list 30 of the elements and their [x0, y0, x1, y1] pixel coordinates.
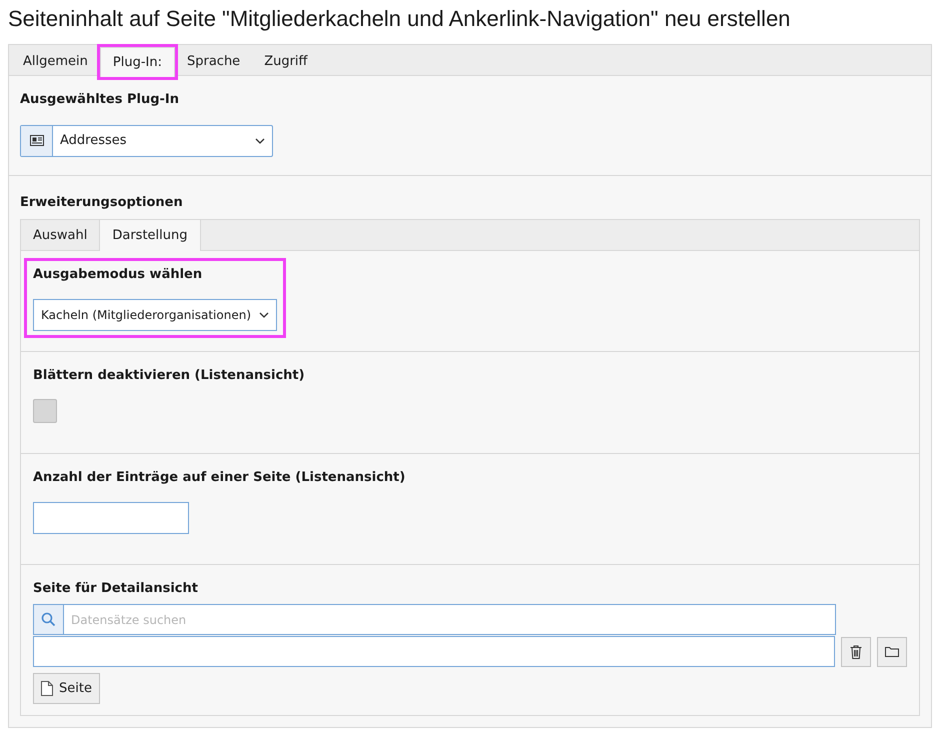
field-label: Ausgewähltes Plug-In [20, 91, 180, 109]
input-field[interactable] [33, 502, 189, 534]
selected-items-field[interactable] [33, 636, 836, 667]
plugin-select[interactable]: Addresses [20, 124, 273, 156]
contact-card-icon [30, 135, 44, 146]
chevron-down-icon [259, 312, 269, 318]
select-field[interactable]: Kacheln (Mitgliederorganisationen) [33, 298, 277, 330]
chevron-down-icon [255, 138, 265, 144]
field-label: Anzahl der Einträge auf einer Seite (Listenansicht) [33, 469, 406, 487]
tab[interactable]: Zugriff [252, 47, 320, 77]
section-label: Erweiterungsoptionen [20, 194, 184, 212]
page-icon [41, 681, 53, 696]
field-label: Ausgabemodus wählen [33, 266, 204, 284]
search-icon [34, 605, 64, 634]
tab[interactable]: Sprache [174, 47, 252, 77]
tab[interactable]: Auswahl [21, 220, 100, 251]
field-label: Seite für Detailansicht [33, 580, 199, 598]
tab[interactable]: Darstellung [99, 220, 201, 251]
browse-button[interactable] [877, 636, 907, 666]
checkbox[interactable] [33, 399, 57, 423]
page-button[interactable]: Seite [33, 673, 100, 704]
trash-icon [850, 644, 862, 658]
folder-icon [885, 646, 900, 657]
page-title: Seiteninhalt auf Seite "Mitgliederkacheln und Ankerlink-Navigation" neu erstellen [8, 5, 792, 33]
tab[interactable]: Allgemein [11, 47, 100, 77]
search-field[interactable]: Datensätze suchen [33, 604, 836, 635]
tab[interactable]: Plug-In: [100, 47, 175, 77]
delete-button[interactable] [841, 636, 872, 666]
select-value: Addresses [60, 132, 127, 150]
field-label: Blättern deaktivieren (Listenansicht) [33, 366, 306, 384]
